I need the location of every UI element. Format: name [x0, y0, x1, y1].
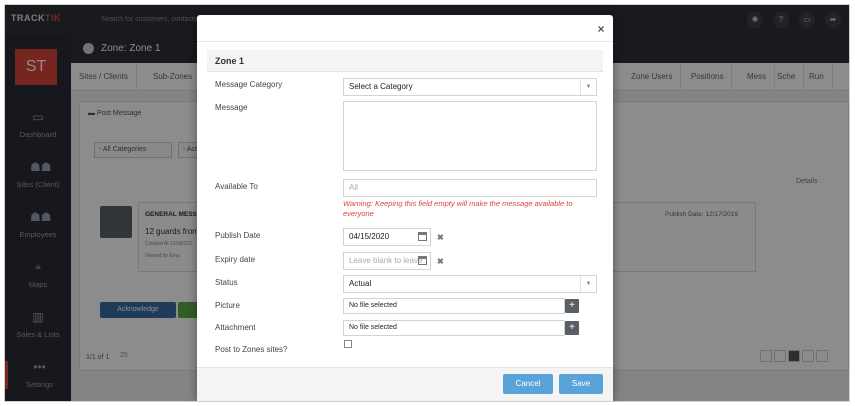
picture-label: Picture [215, 301, 240, 310]
status-label: Status [215, 278, 238, 287]
post-to-zones-label: Post to Zones sites? [215, 345, 288, 354]
post-to-zones-checkbox[interactable] [344, 340, 352, 348]
section-title: Zone 1 [215, 56, 245, 66]
message-category-select[interactable]: Select a Category ▼ [343, 78, 597, 96]
message-label: Message [215, 103, 248, 112]
chevron-down-icon: ▼ [580, 276, 596, 292]
cancel-button[interactable]: Cancel [503, 374, 553, 394]
attachment-file-input[interactable]: No file selected [343, 320, 565, 336]
message-textarea[interactable] [343, 101, 597, 171]
calendar-icon[interactable] [418, 256, 427, 265]
available-to-label: Available To [215, 182, 258, 191]
save-button[interactable]: Save [559, 374, 603, 394]
available-to-input[interactable]: All [343, 179, 597, 197]
post-message-modal: × Zone 1 Message Category Select a Categ… [197, 15, 613, 401]
divider [197, 41, 613, 42]
status-select[interactable]: Actual ▼ [343, 275, 597, 293]
message-category-label: Message Category [215, 80, 283, 89]
chevron-down-icon: ▼ [580, 79, 596, 95]
publish-date-input[interactable]: 04/15/2020 [343, 228, 431, 246]
add-attachment-button[interactable]: + [565, 321, 579, 335]
picture-file-input[interactable]: No file selected [343, 298, 565, 314]
modal-footer: Cancel Save [197, 367, 613, 401]
expiry-date-placeholder: Leave blank to leave [349, 256, 423, 265]
section-header: Zone 1 [207, 50, 603, 72]
status-value: Actual [349, 279, 372, 288]
available-to-warning: Warning: Keeping this field empty will m… [343, 199, 573, 218]
clear-expiry-date-icon[interactable]: ✖ [437, 257, 444, 266]
expiry-date-label: Expiry date [215, 255, 256, 264]
add-picture-button[interactable]: + [565, 299, 579, 313]
message-category-value: Select a Category [349, 82, 413, 91]
expiry-date-input[interactable]: Leave blank to leave [343, 252, 431, 270]
app-window: TRACKTIK Search for customers, contacts … [4, 4, 850, 402]
attachment-label: Attachment [215, 323, 256, 332]
publish-date-value: 04/15/2020 [349, 232, 390, 241]
calendar-icon[interactable] [418, 232, 427, 241]
close-icon[interactable]: × [595, 23, 607, 35]
clear-publish-date-icon[interactable]: ✖ [437, 233, 444, 242]
publish-date-label: Publish Date [215, 231, 261, 240]
